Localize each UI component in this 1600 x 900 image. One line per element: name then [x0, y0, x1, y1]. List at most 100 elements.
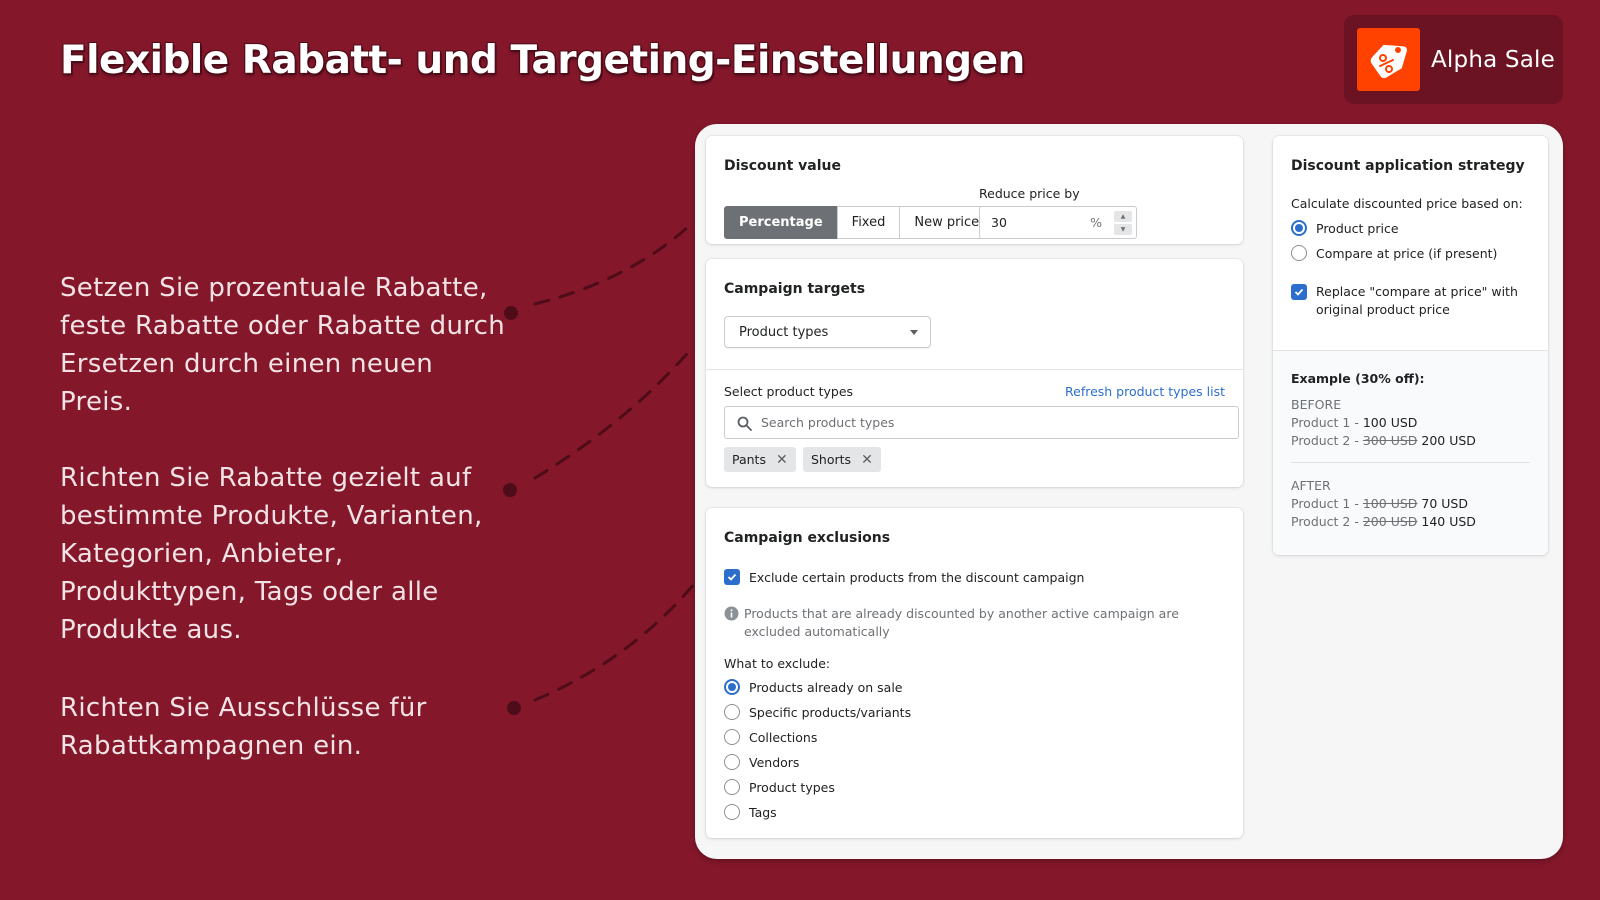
brand-badge: Alpha Sale — [1344, 15, 1563, 104]
target-type-select[interactable]: Product types — [724, 316, 931, 348]
search-icon — [737, 416, 752, 431]
after-row-2: Product 2 - 200 USD 140 USD — [1291, 513, 1476, 531]
example-title: Example (30% off): — [1291, 371, 1425, 386]
after-row-1: Product 1 - 100 USD 70 USD — [1291, 495, 1476, 513]
caret-down-icon — [910, 330, 918, 335]
exclude-option-vendors[interactable]: Vendors — [724, 754, 799, 770]
example-before: BEFORE Product 1 - 100 USD Product 2 - 3… — [1291, 396, 1476, 450]
exclude-products-checkbox[interactable] — [724, 569, 740, 585]
tag-pants: Pants ✕ — [724, 447, 796, 472]
product-types-search-input[interactable]: Search product types — [724, 406, 1239, 439]
stepper-down-icon[interactable]: ▼ — [1114, 224, 1132, 235]
option-label: Vendors — [749, 754, 800, 770]
info-note: Products that are already discounted by … — [724, 605, 1194, 641]
discount-value-card: Discount value Percentage Fixed New pric… — [706, 136, 1243, 244]
tag-label: Shorts — [811, 452, 852, 467]
campaign-exclusions-card: Campaign exclusions Exclude certain prod… — [706, 508, 1243, 838]
what-to-exclude-label: What to exclude: — [724, 656, 831, 671]
info-icon — [724, 606, 739, 621]
reduce-price-label: Reduce price by — [979, 186, 1080, 201]
strategy-title: Discount application strategy — [1291, 158, 1525, 174]
exclude-option-products-on-sale[interactable]: Products already on sale — [724, 679, 902, 695]
radio-button[interactable] — [724, 804, 740, 820]
feature-exclusions: Richten Sie Ausschlüsse für Rabattkampag… — [60, 693, 427, 761]
radio-button[interactable] — [724, 729, 740, 745]
option-label: Product price — [1316, 220, 1399, 236]
connector-line-2 — [533, 346, 694, 480]
remove-tag-icon[interactable]: ✕ — [776, 452, 788, 468]
feature-targeting: Richten Sie Rabatte gezielt auf bestimmt… — [60, 463, 483, 645]
after-label: AFTER — [1291, 478, 1331, 493]
exclude-option-collections[interactable]: Collections — [724, 729, 817, 745]
divider — [706, 369, 1243, 370]
strategy-option-product-price[interactable]: Product price — [1291, 220, 1399, 236]
new-price: 200 USD — [1421, 433, 1476, 448]
exclude-option-tags[interactable]: Tags — [724, 804, 777, 820]
exclude-products-checkbox-row[interactable]: Exclude certain products from the discou… — [724, 569, 1084, 585]
refresh-product-types-link[interactable]: Refresh product types list — [1065, 384, 1225, 399]
fixed-button[interactable]: Fixed — [836, 206, 901, 239]
radio-button[interactable] — [724, 754, 740, 770]
radio-button[interactable] — [1291, 220, 1307, 236]
replace-compare-price-checkbox[interactable] — [1291, 284, 1307, 300]
discount-strategy-card: Discount application strategy Calculate … — [1273, 136, 1548, 555]
exclude-option-product-types[interactable]: Product types — [724, 779, 835, 795]
tag-label: Pants — [732, 452, 766, 467]
exclude-products-label: Exclude certain products from the discou… — [749, 569, 1085, 585]
option-label: Product types — [749, 779, 835, 795]
info-text: Products that are already discounted by … — [744, 606, 1179, 639]
brand-name: Alpha Sale — [1431, 46, 1555, 73]
row-prefix: Product 2 - — [1291, 514, 1363, 529]
option-label: Collections — [749, 729, 818, 745]
checkmark-icon — [1294, 288, 1304, 296]
campaign-exclusions-title: Campaign exclusions — [724, 530, 891, 546]
percent-suffix: % — [1090, 215, 1102, 230]
campaign-targets-title: Campaign targets — [724, 281, 866, 297]
option-label: Tags — [749, 804, 777, 820]
reduce-price-value: 30 — [991, 215, 1007, 230]
new-price: 100 USD — [1362, 415, 1418, 430]
target-type-value: Product types — [739, 324, 829, 340]
new-price: 140 USD — [1421, 514, 1476, 529]
price-tag-percent-icon — [1357, 28, 1420, 91]
percentage-button[interactable]: Percentage — [724, 206, 838, 239]
before-row-1: Product 1 - 100 USD — [1291, 414, 1476, 432]
row-prefix: Product 1 - — [1291, 415, 1363, 430]
discount-value-title: Discount value — [724, 158, 842, 174]
reduce-price-input[interactable]: 30 % ▲ ▼ — [979, 206, 1137, 239]
old-price: 200 USD — [1362, 514, 1418, 529]
option-label: Compare at price (if present) — [1316, 245, 1498, 261]
replace-compare-price-checkbox-row[interactable]: Replace "compare at price" with original… — [1291, 284, 1521, 319]
strategy-option-compare-at-price[interactable]: Compare at price (if present) — [1291, 245, 1497, 261]
before-row-2: Product 2 - 300 USD 200 USD — [1291, 432, 1476, 450]
tag-shorts: Shorts ✕ — [803, 447, 881, 472]
divider — [1291, 462, 1530, 463]
radio-button[interactable] — [724, 779, 740, 795]
radio-button[interactable] — [724, 679, 740, 695]
radio-button[interactable] — [724, 704, 740, 720]
app-window: Discount value Percentage Fixed New pric… — [695, 124, 1563, 859]
option-label: Specific products/variants — [749, 704, 912, 720]
select-product-types-label: Select product types — [724, 384, 854, 399]
example-section: Example (30% off): BEFORE Product 1 - 10… — [1273, 350, 1548, 555]
page-title: Flexible Rabatt- und Targeting-Einstellu… — [60, 38, 1025, 83]
new-price: 70 USD — [1421, 496, 1468, 511]
connector-line-3 — [533, 581, 697, 702]
old-price: 100 USD — [1362, 496, 1418, 511]
search-placeholder: Search product types — [761, 415, 895, 430]
exclude-option-specific-products[interactable]: Specific products/variants — [724, 704, 911, 720]
row-prefix: Product 1 - — [1291, 496, 1363, 511]
number-stepper[interactable]: ▲ ▼ — [1114, 211, 1132, 235]
feature-discount-types: Setzen Sie prozentuale Rabatte, feste Ra… — [60, 273, 506, 417]
old-price: 300 USD — [1362, 433, 1418, 448]
discount-type-selector: Percentage Fixed New price — [724, 206, 995, 239]
before-label: BEFORE — [1291, 397, 1342, 412]
stepper-up-icon[interactable]: ▲ — [1114, 211, 1132, 222]
calc-based-on-label: Calculate discounted price based on: — [1291, 196, 1523, 211]
example-after: AFTER Product 1 - 100 USD 70 USD Product… — [1291, 477, 1476, 531]
option-label: Products already on sale — [749, 679, 903, 695]
checkmark-icon — [727, 573, 737, 581]
radio-button[interactable] — [1291, 245, 1307, 261]
campaign-targets-card: Campaign targets Product types Select pr… — [706, 259, 1243, 487]
remove-tag-icon[interactable]: ✕ — [861, 452, 873, 468]
